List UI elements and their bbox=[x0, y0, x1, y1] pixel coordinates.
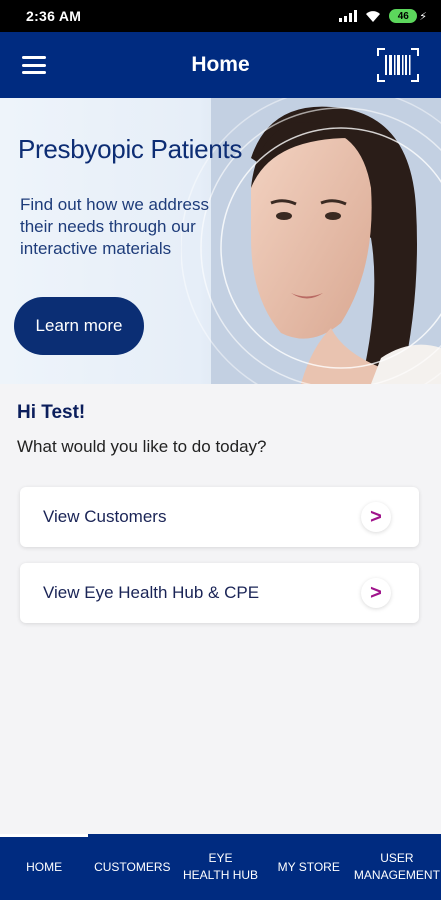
view-eye-health-hub-card[interactable]: View Eye Health Hub & CPE > bbox=[20, 563, 419, 623]
battery-icon: 46 ⚡ bbox=[389, 9, 427, 23]
nav-home[interactable]: HOME bbox=[0, 834, 89, 900]
nav-label-line1: USER bbox=[380, 851, 414, 865]
menu-icon[interactable] bbox=[22, 56, 46, 74]
card-label: View Customers bbox=[43, 507, 167, 526]
app-bar: Home bbox=[0, 32, 441, 98]
barcode-scanner-icon[interactable] bbox=[377, 48, 419, 82]
signal-icon bbox=[339, 10, 358, 22]
wifi-icon bbox=[366, 10, 381, 22]
banner-title: Presbyopic Patients bbox=[18, 134, 243, 164]
prompt-question: What would you like to do today? bbox=[17, 437, 267, 456]
nav-label-line2: HEALTH HUB bbox=[182, 868, 259, 882]
nav-label-line2: MANAGEMENT bbox=[353, 868, 440, 882]
charging-icon: ⚡ bbox=[419, 10, 427, 23]
nav-label: MY STORE bbox=[277, 859, 340, 874]
greeting: Hi Test! bbox=[17, 402, 86, 423]
battery-level: 46 bbox=[389, 9, 418, 23]
nav-my-store[interactable]: MY STORE bbox=[265, 834, 353, 900]
nav-eye-health-hub[interactable]: EYE HEALTH HUB bbox=[176, 834, 264, 900]
status-time: 2:36 AM bbox=[26, 8, 82, 24]
card-label: View Eye Health Hub & CPE bbox=[43, 583, 260, 602]
nav-customers[interactable]: CUSTOMERS bbox=[88, 834, 176, 900]
view-customers-card[interactable]: View Customers > bbox=[20, 487, 419, 547]
nav-label: CUSTOMERS bbox=[94, 859, 171, 874]
status-icons: 46 ⚡ bbox=[339, 9, 427, 23]
nav-user-management[interactable]: USER MANAGEMENT bbox=[353, 834, 441, 900]
nav-label-line1: EYE bbox=[208, 851, 233, 865]
chevron-right-icon[interactable]: > bbox=[361, 502, 391, 532]
promo-banner[interactable]: Presbyopic Patients Find out how we addr… bbox=[0, 98, 441, 384]
nav-label: HOME bbox=[26, 859, 63, 874]
chevron-right-icon[interactable]: > bbox=[361, 578, 391, 608]
learn-more-button[interactable]: Learn more bbox=[14, 297, 144, 355]
status-bar: 2:36 AM 46 ⚡ bbox=[0, 0, 441, 32]
bottom-nav: HOME CUSTOMERS EYE HEALTH HUB MY STORE U… bbox=[0, 834, 441, 900]
banner-description: Find out how we address their needs thro… bbox=[20, 195, 209, 258]
page-title: Home bbox=[191, 53, 250, 76]
